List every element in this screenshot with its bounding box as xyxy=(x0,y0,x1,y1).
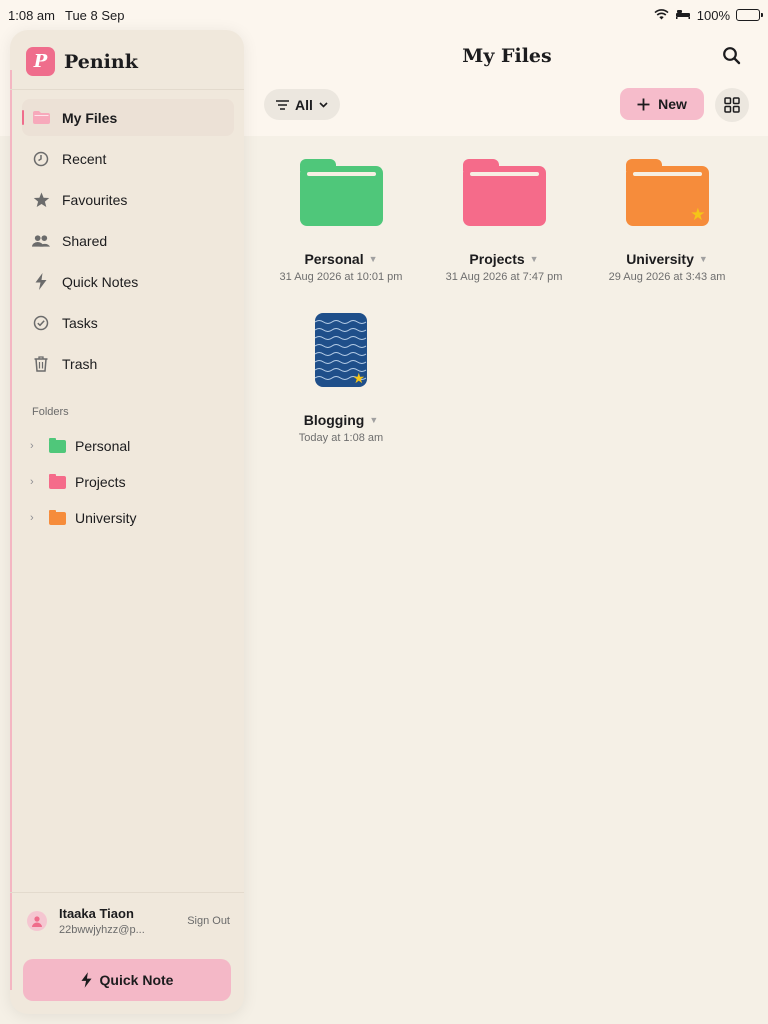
bolt-icon xyxy=(81,972,92,988)
search-icon xyxy=(723,47,741,65)
status-date: Tue 8 Sep xyxy=(64,7,125,23)
user-profile: Itaaka Tiaon 22bwwjyhzz@p... Sign Out xyxy=(24,902,234,942)
folder-tree-item-projects[interactable]: › Projects xyxy=(30,464,230,500)
sidebar-item-label: Trash xyxy=(62,355,98,372)
chevron-down-icon[interactable]: ▼ xyxy=(369,254,378,264)
user-name: Itaaka Tiaon xyxy=(59,906,134,921)
check-circle-icon xyxy=(32,314,50,332)
people-icon xyxy=(32,232,50,250)
sidebar-item-label: Tasks xyxy=(62,314,98,331)
clock-icon xyxy=(32,150,50,168)
battery-percent: 100% xyxy=(696,7,730,23)
sidebar-item-my-files[interactable]: My Files xyxy=(22,99,234,136)
status-bar: 1:08 am Tue 8 Sep 100% xyxy=(0,0,768,30)
folder-icon xyxy=(462,159,546,226)
folders-section-title: Folders xyxy=(32,406,69,418)
sidebar-item-tasks[interactable]: Tasks xyxy=(22,304,234,341)
person-icon xyxy=(32,916,42,927)
sidebar-item-label: My Files xyxy=(62,109,118,126)
page-title: My Files xyxy=(462,45,552,67)
divider xyxy=(10,892,244,893)
sidebar-item-label: Shared xyxy=(62,232,108,249)
wifi-icon xyxy=(654,8,669,23)
star-icon: ★ xyxy=(690,205,706,224)
quick-note-label: Quick Note xyxy=(99,972,174,988)
file-name: University xyxy=(626,251,694,267)
status-time: 1:08 am xyxy=(8,7,55,23)
bolt-icon xyxy=(32,273,50,291)
file-name: Projects xyxy=(469,251,525,267)
notebook-cover-icon: ★ xyxy=(315,313,367,387)
folder-tree-label: University xyxy=(75,510,137,526)
chevron-right-icon[interactable]: › xyxy=(30,476,40,488)
new-button[interactable]: New xyxy=(620,88,704,120)
file-name: Blogging xyxy=(303,412,365,428)
search-button[interactable] xyxy=(722,46,742,66)
avatar[interactable] xyxy=(27,911,47,931)
folder-icon: ★ xyxy=(625,159,709,226)
brand: P Penink xyxy=(26,47,138,76)
folder-tree: › Personal › Projects › University xyxy=(30,428,230,536)
star-icon xyxy=(32,191,50,209)
trash-icon xyxy=(32,355,50,373)
chevron-down-icon xyxy=(319,101,328,108)
sidebar-item-label: Quick Notes xyxy=(62,273,139,290)
chevron-down-icon[interactable]: ▼ xyxy=(530,254,539,264)
file-date: 31 Aug 2026 at 10:01 pm xyxy=(279,271,403,283)
quick-note-button[interactable]: Quick Note xyxy=(23,959,231,1001)
file-item-projects[interactable]: Projects ▼ 31 Aug 2026 at 7:47 pm xyxy=(429,159,579,283)
folder-tree-label: Projects xyxy=(75,474,126,490)
folder-tree-item-personal[interactable]: › Personal xyxy=(30,428,230,464)
file-date: 31 Aug 2026 at 7:47 pm xyxy=(445,271,563,283)
folder-icon xyxy=(49,437,66,453)
new-label: New xyxy=(658,96,687,112)
sidebar-item-favourites[interactable]: Favourites xyxy=(22,181,234,218)
file-date: 29 Aug 2026 at 3:43 am xyxy=(608,271,726,283)
folder-icon xyxy=(49,473,66,489)
file-name: Personal xyxy=(304,251,364,267)
file-item-blogging[interactable]: ★ Blogging ▼ Today at 1:08 am xyxy=(266,313,416,444)
chevron-right-icon[interactable]: › xyxy=(30,512,40,524)
divider xyxy=(10,89,244,90)
filter-button[interactable]: All xyxy=(264,89,340,120)
sidebar-item-label: Recent xyxy=(62,150,107,167)
sidebar: P Penink My Files Recent Favourites Shar… xyxy=(10,30,244,1014)
plus-icon xyxy=(637,98,650,110)
sign-out-button[interactable]: Sign Out xyxy=(187,915,230,927)
star-icon: ★ xyxy=(352,370,365,386)
chevron-down-icon[interactable]: ▼ xyxy=(369,415,378,425)
folder-icon xyxy=(299,159,383,226)
sidebar-item-recent[interactable]: Recent xyxy=(22,140,234,177)
app-name: Penink xyxy=(64,50,138,73)
folder-tree-label: Personal xyxy=(75,438,131,454)
file-item-personal[interactable]: Personal ▼ 31 Aug 2026 at 10:01 pm xyxy=(266,159,416,283)
sidebar-item-label: Favourites xyxy=(62,191,128,208)
grid-icon xyxy=(724,97,740,113)
chevron-down-icon[interactable]: ▼ xyxy=(699,254,708,264)
file-item-university[interactable]: ★ University ▼ 29 Aug 2026 at 3:43 am xyxy=(592,159,742,283)
chevron-right-icon[interactable]: › xyxy=(30,440,40,452)
filter-label: All xyxy=(295,96,313,113)
folder-icon xyxy=(32,109,50,127)
battery-icon xyxy=(736,9,763,21)
folder-tree-item-university[interactable]: › University xyxy=(30,500,230,536)
sidebar-item-shared[interactable]: Shared xyxy=(22,222,234,259)
sidebar-accent-line xyxy=(10,70,12,990)
user-email: 22bwwjyhzz@p... xyxy=(59,924,145,936)
folder-icon xyxy=(49,509,66,525)
bed-icon xyxy=(675,8,691,23)
filter-lines-icon xyxy=(276,99,290,110)
app-logo-icon: P xyxy=(26,47,55,76)
sidebar-item-trash[interactable]: Trash xyxy=(22,345,234,382)
sidebar-item-quick-notes[interactable]: Quick Notes xyxy=(22,263,234,300)
file-date: Today at 1:08 am xyxy=(298,432,384,444)
sidebar-nav: My Files Recent Favourites Shared Quick … xyxy=(22,99,234,386)
grid-view-button[interactable] xyxy=(715,88,749,122)
